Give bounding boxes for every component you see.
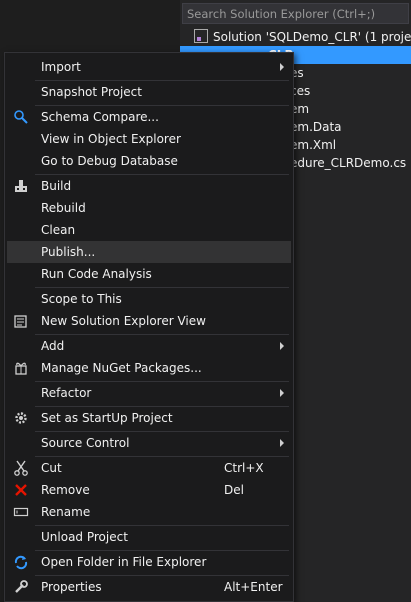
remove-x-icon <box>13 482 29 498</box>
menu-item-source-control[interactable]: Source Control <box>7 432 291 454</box>
project-context-menu: Import Snapshot Project Schema Compare..… <box>4 52 294 602</box>
menu-item-open-folder-in-file-explorer[interactable]: Open Folder in File Explorer <box>7 551 291 573</box>
menu-item-properties[interactable]: Properties Alt+Enter <box>7 576 291 598</box>
menu-item-set-as-startup-project[interactable]: Set as StartUp Project <box>7 407 291 429</box>
menu-item-scope-to-this[interactable]: Scope to This <box>7 288 291 310</box>
wrench-icon <box>13 579 29 595</box>
submenu-arrow-icon <box>280 439 284 447</box>
submenu-arrow-icon <box>280 342 284 350</box>
menu-item-remove[interactable]: Remove Del <box>7 479 291 501</box>
menu-item-add[interactable]: Add <box>7 335 291 357</box>
menu-item-rename[interactable]: Rename <box>7 501 291 523</box>
solution-explorer-search-input[interactable]: Search Solution Explorer (Ctrl+;) <box>182 3 409 24</box>
menu-item-clean[interactable]: Clean <box>7 219 291 241</box>
schema-compare-icon <box>13 109 29 125</box>
menu-item-publish[interactable]: Publish... <box>7 241 291 263</box>
menu-item-refactor[interactable]: Refactor <box>7 382 291 404</box>
gear-icon <box>13 410 29 426</box>
menu-item-manage-nuget-packages[interactable]: Manage NuGet Packages... <box>7 357 291 379</box>
menu-item-import[interactable]: Import <box>7 56 291 78</box>
scissors-icon <box>13 460 29 476</box>
menu-item-new-solution-explorer-view[interactable]: New Solution Explorer View <box>7 310 291 332</box>
menu-item-snapshot-project[interactable]: Snapshot Project <box>7 81 291 103</box>
menu-item-cut[interactable]: Cut Ctrl+X <box>7 457 291 479</box>
menu-item-unload-project[interactable]: Unload Project <box>7 526 291 548</box>
menu-item-go-to-debug-database[interactable]: Go to Debug Database <box>7 150 291 172</box>
tree-item-solution[interactable]: Solution 'SQLDemo_CLR' (1 project) <box>194 28 411 46</box>
build-icon <box>13 178 29 194</box>
menu-item-rebuild[interactable]: Rebuild <box>7 197 291 219</box>
submenu-arrow-icon <box>280 63 284 71</box>
menu-item-run-code-analysis[interactable]: Run Code Analysis <box>7 263 291 285</box>
nuget-icon <box>13 360 29 376</box>
new-view-icon <box>13 313 29 329</box>
solution-icon <box>194 29 208 43</box>
menu-item-view-in-object-explorer[interactable]: View in Object Explorer <box>7 128 291 150</box>
menu-item-build[interactable]: Build <box>7 175 291 197</box>
rename-icon <box>13 504 29 520</box>
menu-item-schema-compare[interactable]: Schema Compare... <box>7 106 291 128</box>
refresh-folder-icon <box>13 554 29 570</box>
solution-label: Solution 'SQLDemo_CLR' (1 project) <box>213 30 411 44</box>
submenu-arrow-icon <box>280 389 284 397</box>
